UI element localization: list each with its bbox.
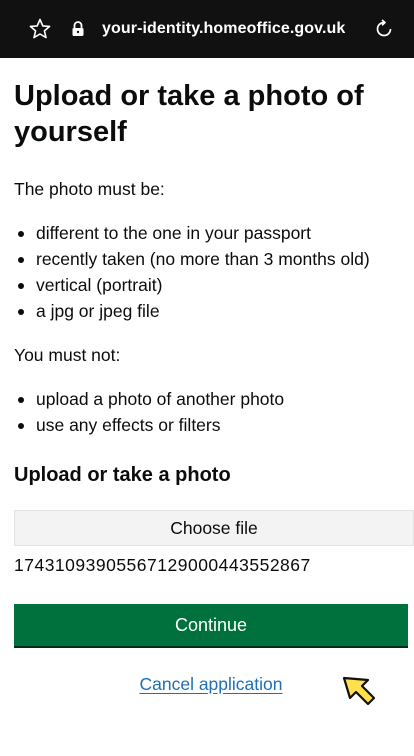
list-item: upload a photo of another photo: [14, 386, 406, 412]
lock-icon: [68, 19, 88, 39]
list-item: different to the one in your passport: [14, 220, 406, 246]
list-item: vertical (portrait): [14, 272, 406, 298]
choose-file-button[interactable]: Choose file: [14, 510, 414, 546]
list-item: recently taken (no more than 3 months ol…: [14, 246, 406, 272]
requirements-list: different to the one in your passport re…: [14, 220, 406, 324]
star-icon[interactable]: [26, 15, 54, 43]
page: your-identity.homeoffice.gov.uk Upload o…: [0, 0, 414, 756]
page-title: Upload or take a photo of yourself: [14, 80, 364, 148]
selected-file-name: 17431093905567129000443552867: [14, 555, 311, 575]
requirements-intro: The photo must be:: [14, 179, 165, 199]
upload-heading: Upload or take a photo: [14, 464, 231, 486]
list-item: a jpg or jpeg file: [14, 298, 406, 324]
browser-url-bar: your-identity.homeoffice.gov.uk: [0, 0, 414, 58]
url-text[interactable]: your-identity.homeoffice.gov.uk: [102, 20, 345, 38]
hand-cursor-icon: [338, 660, 382, 708]
must-not-intro: You must not:: [14, 345, 121, 365]
reload-icon[interactable]: [370, 15, 398, 43]
main-content: Upload or take a photo of yourself The p…: [14, 78, 414, 695]
must-not-list: upload a photo of another photo use any …: [14, 386, 406, 438]
list-item: use any effects or filters: [14, 412, 406, 438]
continue-button[interactable]: Continue: [14, 604, 408, 648]
